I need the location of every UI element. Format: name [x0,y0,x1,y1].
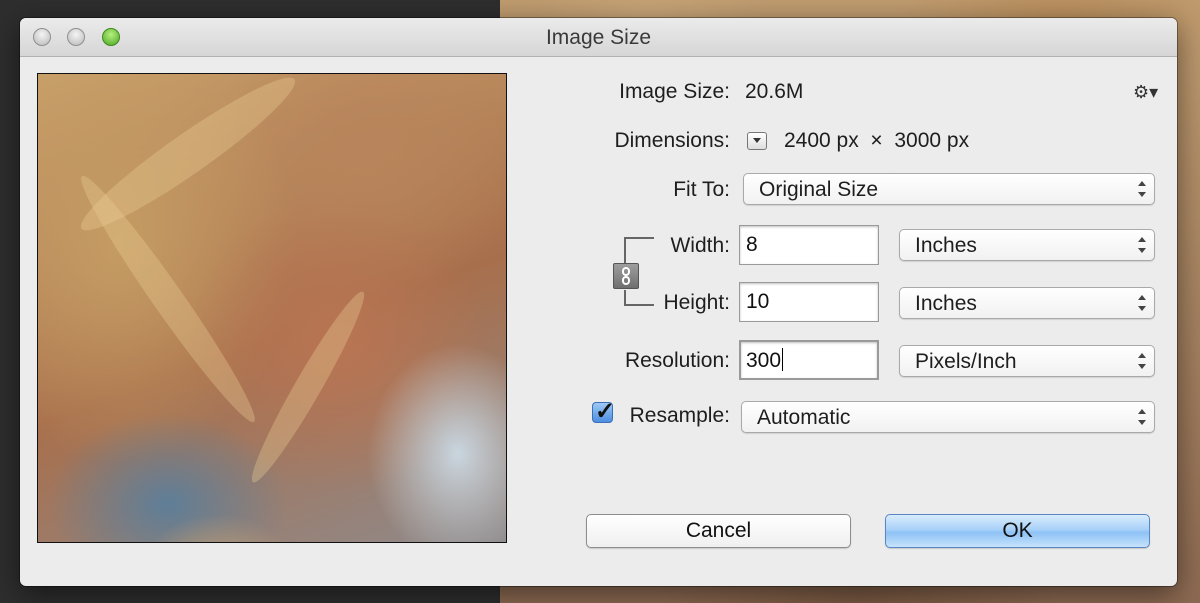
height-label: Height: [663,291,730,314]
width-label: Width: [670,234,730,257]
preview-hair-strand [241,285,375,489]
fit-to-label: Fit To: [673,178,730,201]
image-size-value: 20.6M [745,80,804,103]
resolution-field[interactable]: 300 [739,340,879,380]
link-icon[interactable] [613,263,639,289]
updown-arrows-icon [1138,181,1146,197]
cancel-button[interactable]: Cancel [586,514,851,548]
chain-link-top [622,267,630,276]
resample-select[interactable]: Automatic [741,401,1155,433]
resolution-value: 300 [746,349,782,372]
window-title: Image Size [545,26,652,49]
height-unit-value: Inches [915,292,977,315]
fit-to-select[interactable]: Original Size [743,173,1155,205]
dimensions-value: 2400 px × 3000 px [784,129,970,152]
width-field[interactable]: 8 [739,225,879,265]
resolution-unit-select[interactable]: Pixels/Inch [899,345,1155,377]
checkmark-icon: ✓ [595,398,616,425]
updown-arrows-icon [1138,237,1146,253]
titlebar: Image Size [20,18,1177,57]
updown-arrows-icon [1138,353,1146,369]
resample-checkbox[interactable]: ✓ [592,398,615,425]
width-unit-value: Inches [915,234,977,257]
width-unit-select[interactable]: Inches [899,229,1155,261]
image-preview[interactable] [37,73,507,543]
ok-button[interactable]: OK [885,514,1150,548]
width-value: 8 [746,233,758,256]
gear-icon[interactable]: ⚙▾ [1133,82,1158,103]
resample-label: Resample: [629,404,730,427]
resample-value: Automatic [757,406,851,429]
resolution-unit-value: Pixels/Inch [915,350,1017,373]
height-unit-select[interactable]: Inches [899,287,1155,319]
height-value: 10 [746,290,770,313]
height-field[interactable]: 10 [739,282,879,322]
chain-link-bottom [622,276,630,285]
dimensions-label: Dimensions: [614,129,730,152]
dimensions-menu-icon[interactable] [747,132,767,150]
image-size-dialog: Image Size Image Size: 20.6M ⚙▾ Dimensio… [20,18,1177,586]
fit-to-value: Original Size [759,178,879,201]
preview-hair-strand [69,167,267,431]
updown-arrows-icon [1138,409,1146,425]
updown-arrows-icon [1138,295,1146,311]
text-caret [782,348,784,371]
resolution-label: Resolution: [624,349,730,372]
image-size-label: Image Size: [619,80,730,103]
